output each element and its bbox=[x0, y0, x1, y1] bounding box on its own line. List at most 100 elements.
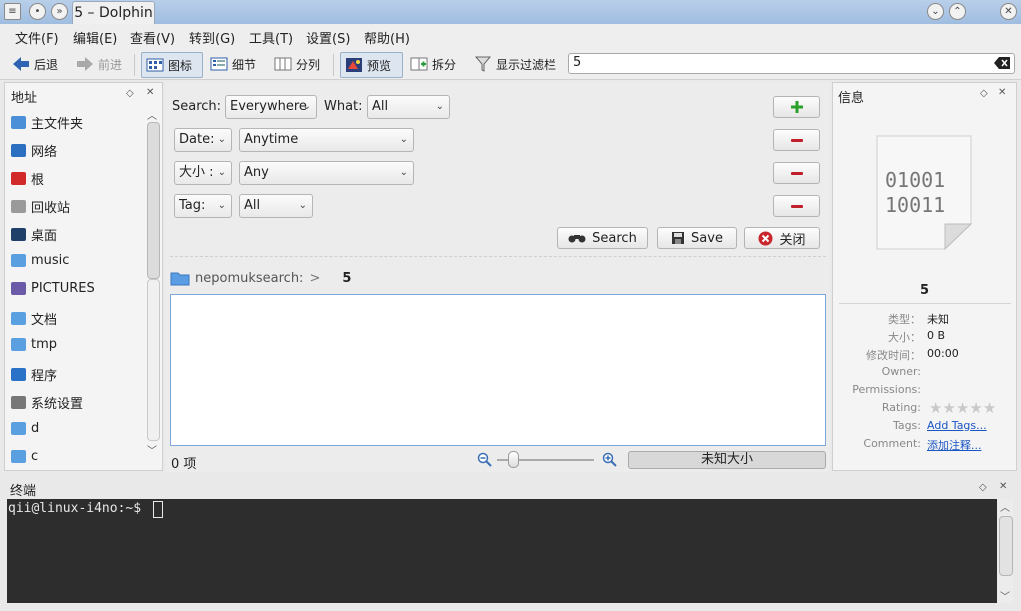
float-panel-icon[interactable]: ◇ bbox=[126, 88, 134, 99]
close-panel-icon[interactable]: ✕ bbox=[998, 87, 1006, 98]
date-value-select[interactable]: Anytime ⌄ bbox=[239, 128, 414, 152]
star-icon[interactable]: ★ bbox=[969, 399, 982, 417]
breadcrumb-separator-icon[interactable]: > bbox=[309, 271, 320, 286]
star-icon[interactable]: ★ bbox=[929, 399, 942, 417]
save-button[interactable]: Save bbox=[657, 227, 737, 249]
info-label: 修改时间： bbox=[866, 349, 921, 362]
columns-view-button[interactable]: 分列 bbox=[270, 52, 320, 76]
terminal-scrollbar[interactable]: ︿ ﹀ bbox=[998, 499, 1013, 603]
add-tags-link[interactable]: Add Tags... bbox=[927, 419, 987, 432]
terminal-view[interactable]: qii@linux-i4no:~$ bbox=[7, 499, 997, 603]
menu-edit[interactable]: 编辑(E) bbox=[73, 28, 117, 47]
scrollbar-track[interactable] bbox=[147, 279, 160, 441]
filter-bar-toggle-button[interactable]: 显示过滤栏 bbox=[470, 52, 556, 76]
settings-icon bbox=[11, 396, 26, 409]
results-view[interactable] bbox=[170, 294, 826, 446]
place-item[interactable]: 程序 bbox=[11, 365, 57, 384]
place-item[interactable]: 网络 bbox=[11, 141, 57, 160]
scrollbar-thumb[interactable] bbox=[999, 516, 1013, 576]
scroll-up-icon[interactable]: ︿ bbox=[147, 107, 157, 122]
keep-above-icon[interactable]: • bbox=[29, 3, 46, 20]
folder-icon bbox=[11, 450, 26, 463]
filter-input[interactable]: 5 bbox=[568, 53, 1015, 74]
size-value-select[interactable]: Any ⌄ bbox=[239, 161, 414, 185]
search-location-select[interactable]: Everywhere ⌄ bbox=[225, 95, 317, 119]
scroll-down-icon[interactable]: ﹀ bbox=[1000, 588, 1010, 603]
tag-criterion-select[interactable]: Tag: ⌄ bbox=[174, 194, 232, 218]
places-panel-title: 地址 bbox=[11, 91, 38, 106]
what-select[interactable]: All ⌄ bbox=[367, 95, 450, 119]
star-icon[interactable]: ★ bbox=[983, 399, 996, 417]
rating-stars[interactable]: ★★★★★ bbox=[929, 399, 996, 417]
breadcrumb-root[interactable]: nepomuksearch: bbox=[195, 271, 303, 286]
zoom-in-icon[interactable] bbox=[602, 452, 618, 468]
forward-button[interactable]: 前进 bbox=[72, 52, 122, 76]
menu-file[interactable]: 文件(F) bbox=[15, 28, 59, 47]
maximize-button[interactable]: ⌃ bbox=[949, 3, 966, 20]
place-item[interactable]: c bbox=[11, 449, 38, 464]
details-view-button[interactable]: 细节 bbox=[206, 52, 256, 76]
place-item[interactable]: d bbox=[11, 421, 39, 436]
place-item-label: PICTURES bbox=[31, 281, 95, 296]
title-bar[interactable]: ≡ • » 5 – Dolphin ⌄ ⌃ ✕ bbox=[0, 0, 1021, 24]
menu-tools[interactable]: 工具(T) bbox=[249, 28, 293, 47]
place-item[interactable]: PICTURES bbox=[11, 281, 95, 296]
place-item[interactable]: 根 bbox=[11, 169, 44, 188]
info-value: 00:00 bbox=[927, 347, 959, 360]
info-label: 大小： bbox=[888, 331, 921, 344]
place-item[interactable]: tmp bbox=[11, 337, 57, 352]
tag-value-select[interactable]: All ⌄ bbox=[239, 194, 313, 218]
star-icon[interactable]: ★ bbox=[942, 399, 955, 417]
place-item[interactable]: 文档 bbox=[11, 309, 57, 328]
place-item[interactable]: 主文件夹 bbox=[11, 113, 83, 132]
date-criterion-select[interactable]: Date: ⌄ bbox=[174, 128, 232, 152]
back-button[interactable]: 后退 bbox=[8, 52, 58, 76]
place-item-label: 程序 bbox=[31, 369, 58, 384]
window-menu-icon[interactable]: ≡ bbox=[4, 3, 21, 20]
close-window-button[interactable]: ✕ bbox=[1000, 3, 1017, 20]
save-disk-icon bbox=[672, 232, 685, 244]
unknown-file-icon: 01001 10011 bbox=[875, 134, 973, 251]
close-panel-icon[interactable]: ✕ bbox=[146, 87, 154, 98]
float-panel-icon[interactable]: ◇ bbox=[980, 88, 988, 99]
remove-date-criterion-button[interactable] bbox=[773, 129, 820, 151]
shade-icon[interactable]: » bbox=[51, 3, 68, 20]
size-criterion-select[interactable]: 大小 : ⌄ bbox=[174, 161, 232, 185]
places-scrollbar[interactable]: ︿ ﹀ bbox=[146, 107, 160, 467]
place-item[interactable]: 回收站 bbox=[11, 197, 70, 216]
music-folder-icon bbox=[11, 254, 26, 267]
add-comment-link[interactable]: 添加注释... bbox=[927, 437, 982, 453]
menu-go[interactable]: 转到(G) bbox=[189, 28, 235, 47]
place-item[interactable]: 桌面 bbox=[11, 225, 57, 244]
place-item[interactable]: 系统设置 bbox=[11, 393, 83, 412]
menu-bar: 文件(F) 编辑(E) 查看(V) 转到(G) 工具(T) 设置(S) 帮助(H… bbox=[0, 24, 1021, 48]
place-item-label: 文档 bbox=[31, 313, 58, 328]
place-item[interactable]: music bbox=[11, 253, 69, 268]
remove-size-criterion-button[interactable] bbox=[773, 162, 820, 184]
menu-help[interactable]: 帮助(H) bbox=[364, 28, 410, 47]
scrollbar-thumb[interactable] bbox=[147, 122, 160, 279]
zoom-slider-handle[interactable] bbox=[508, 451, 519, 468]
search-button[interactable]: Search bbox=[557, 227, 648, 249]
float-panel-icon[interactable]: ◇ bbox=[979, 482, 987, 493]
scroll-down-icon[interactable]: ﹀ bbox=[147, 442, 157, 457]
menu-settings[interactable]: 设置(S) bbox=[306, 28, 350, 47]
close-panel-icon[interactable]: ✕ bbox=[999, 481, 1007, 492]
icons-view-button[interactable]: 图标 bbox=[141, 52, 203, 78]
place-item-label: 系统设置 bbox=[31, 397, 84, 412]
remove-tag-criterion-button[interactable] bbox=[773, 195, 820, 217]
add-criterion-button[interactable] bbox=[773, 96, 820, 118]
minimize-button[interactable]: ⌄ bbox=[927, 3, 944, 20]
preview-toggle-button[interactable]: 预览 bbox=[340, 52, 403, 78]
terminal-prompt: qii@linux-i4no:~$ bbox=[8, 501, 149, 516]
breadcrumb-current[interactable]: 5 bbox=[342, 271, 351, 286]
menu-view[interactable]: 查看(V) bbox=[130, 28, 175, 47]
free-space-indicator[interactable]: 未知大小 bbox=[628, 451, 826, 469]
scroll-up-icon[interactable]: ︿ bbox=[1000, 499, 1010, 514]
zoom-out-icon[interactable] bbox=[477, 452, 493, 468]
star-icon[interactable]: ★ bbox=[956, 399, 969, 417]
close-search-button[interactable]: 关闭 bbox=[744, 227, 820, 249]
split-view-button[interactable]: 拆分 bbox=[406, 52, 456, 76]
clear-filter-icon[interactable] bbox=[994, 57, 1010, 69]
folder-icon bbox=[11, 422, 26, 435]
